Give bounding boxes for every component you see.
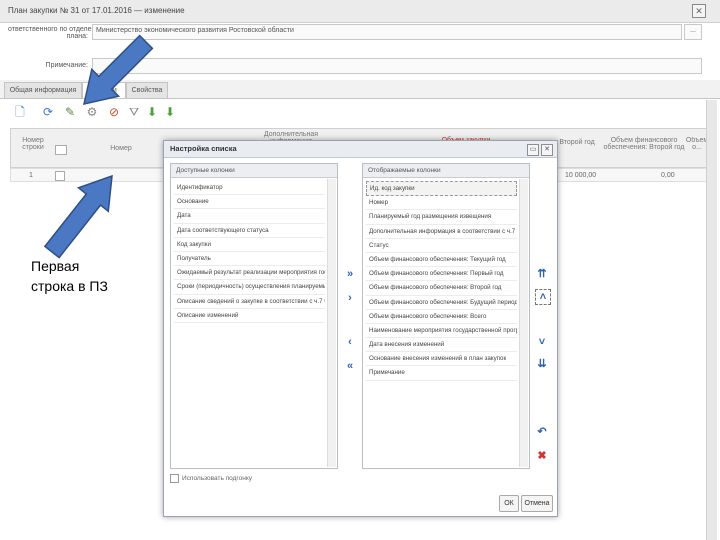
arrow-to-first-row (43, 174, 113, 259)
annotation-line1: Первая (31, 258, 80, 274)
annotation-text: Первая строка в ПЗ (31, 256, 108, 296)
annotation-line2: строка в ПЗ (31, 278, 108, 294)
annotation-arrows (43, 34, 154, 259)
arrow-to-settings-icon (83, 34, 154, 105)
